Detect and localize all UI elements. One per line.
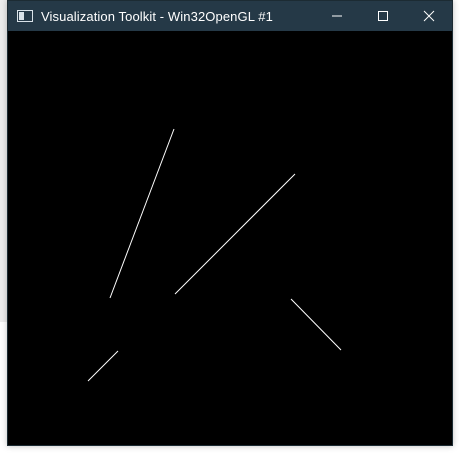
title-bar[interactable]: Visualization Toolkit - Win32OpenGL #1 — [8, 1, 452, 31]
render-viewport[interactable] — [8, 31, 452, 445]
minimize-button[interactable] — [314, 1, 360, 31]
rendered-line-segment — [174, 173, 296, 295]
maximize-icon — [378, 11, 388, 21]
vtk-render-window[interactable]: Visualization Toolkit - Win32OpenGL #1 — [7, 0, 453, 446]
close-button[interactable] — [406, 1, 452, 31]
rendered-line-segment — [109, 128, 175, 299]
close-icon — [423, 10, 435, 22]
window-controls — [314, 1, 452, 31]
vtk-window-icon — [17, 10, 33, 22]
minimize-icon — [332, 15, 342, 17]
window-title: Visualization Toolkit - Win32OpenGL #1 — [41, 8, 273, 24]
render-canvas — [87, 128, 342, 382]
rendered-line-segment — [290, 298, 342, 351]
rendered-line-segment — [87, 350, 119, 382]
maximize-button[interactable] — [360, 1, 406, 31]
